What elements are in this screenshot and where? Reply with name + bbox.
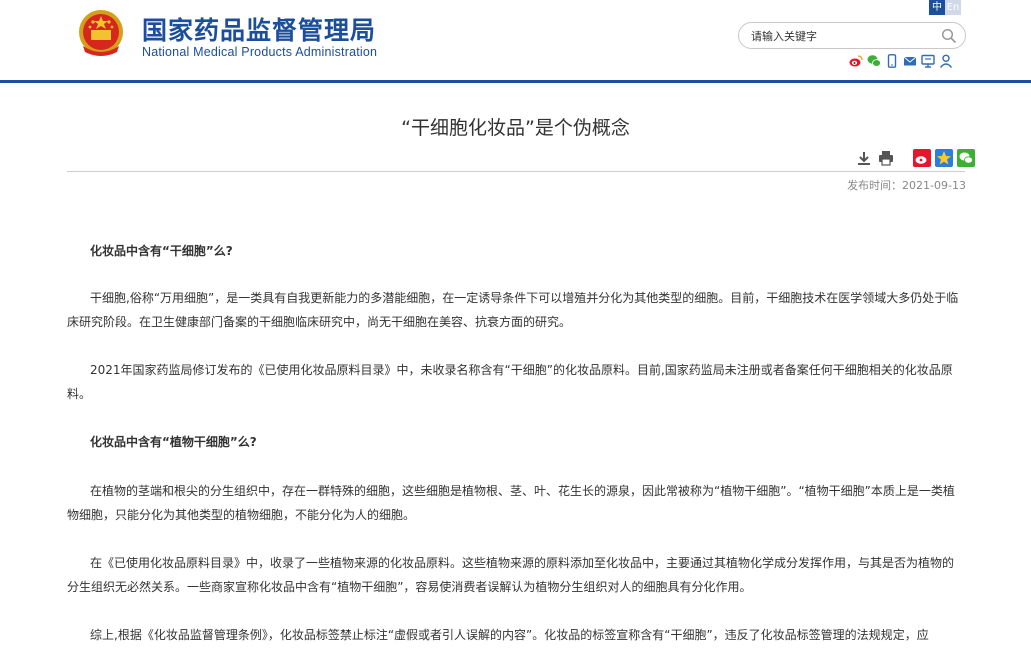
- lang-zh-button[interactable]: 中: [929, 0, 945, 15]
- lang-en-button[interactable]: En: [945, 0, 961, 15]
- message-icon[interactable]: [921, 54, 935, 68]
- header-social-links: [849, 54, 953, 68]
- wechat-icon[interactable]: [867, 54, 881, 68]
- email-icon[interactable]: [903, 54, 917, 68]
- search-icon[interactable]: [941, 28, 957, 44]
- article-paragraph: 干细胞,俗称“万用细胞”，是一类具有自我更新能力的多潜能细胞，在一定诱导条件下可…: [67, 291, 959, 329]
- user-icon[interactable]: [939, 54, 953, 68]
- article-paragraph: 综上,根据《化妆品监督管理条例》，化妆品标签禁止标注“虚假或者引人误解的内容”。…: [90, 628, 929, 642]
- site-header: 国家药品监督管理局 National Medical Products Admi…: [0, 0, 1031, 82]
- section-heading: 化妆品中含有“植物干细胞”么?: [90, 435, 257, 449]
- language-switch: 中 En: [929, 0, 961, 15]
- mobile-icon[interactable]: [885, 54, 899, 68]
- article-title: “干细胞化妆品”是个伪概念: [401, 117, 630, 139]
- share-qzone-icon[interactable]: [935, 149, 953, 167]
- share-weibo-icon[interactable]: [913, 149, 931, 167]
- site-logo-chinese[interactable]: 国家药品监督管理局: [142, 11, 376, 47]
- search-input[interactable]: [751, 27, 931, 45]
- header-divider: [0, 80, 1031, 83]
- publish-date: 发布时间：2021-09-13: [847, 179, 966, 192]
- share-wechat-icon[interactable]: [957, 149, 975, 167]
- article-toolbar: [855, 149, 975, 167]
- article-paragraph: 在《已使用化妆品原料目录》中，收录了一些植物来源的化妆品原料。这些植物来源的原料…: [67, 556, 955, 594]
- download-icon[interactable]: [855, 149, 873, 167]
- print-icon[interactable]: [877, 149, 895, 167]
- site-logo-english[interactable]: National Medical Products Administration: [142, 45, 377, 59]
- section-heading: 化妆品中含有“干细胞”么?: [90, 244, 233, 258]
- weibo-icon[interactable]: [849, 54, 863, 68]
- article-paragraph: 2021年国家药监局修订发布的《已使用化妆品原料目录》中，未收录名称含有“干细胞…: [67, 363, 953, 401]
- search-box: [738, 22, 966, 49]
- national-emblem-icon[interactable]: [75, 8, 127, 60]
- article-paragraph: 在植物的茎端和根尖的分生组织中，存在一群特殊的细胞，这些细胞是植物根、茎、叶、花…: [67, 484, 955, 522]
- title-divider: [67, 171, 965, 172]
